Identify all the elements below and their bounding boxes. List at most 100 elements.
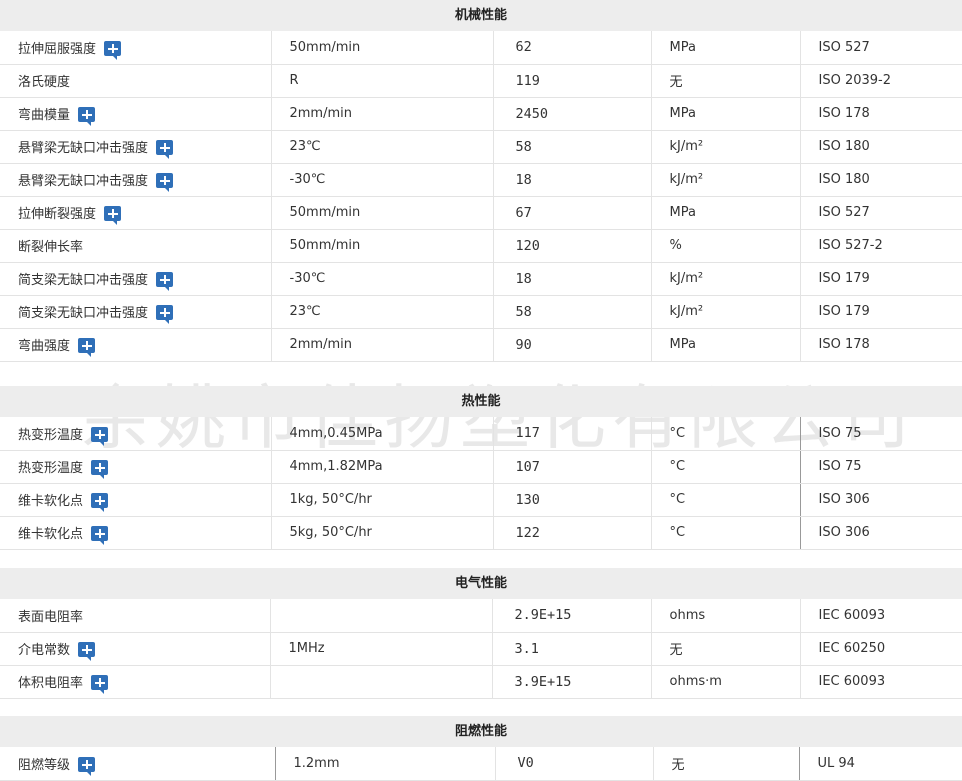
unit-text: 无 <box>669 643 683 658</box>
cell-condition: 1MHz <box>270 632 493 666</box>
plus-icon[interactable] <box>78 756 96 776</box>
cell-value: 130 <box>493 483 652 517</box>
plus-icon[interactable] <box>78 338 96 357</box>
cell-condition: 23℃ <box>271 295 494 329</box>
condition-text: 50mm/min <box>289 238 361 253</box>
property-table: 阻燃等级 1.2mm V0 无 UL 94 <box>0 747 962 781</box>
section-flame: 阻燃性能 阻燃等级 1.2mm V0 无 UL 94 <box>0 716 962 781</box>
cell-unit: °C <box>651 417 801 451</box>
property-text: 介电常数 <box>18 643 71 658</box>
property-text: 悬臂梁无缺口冲击强度 <box>18 174 149 189</box>
cell-unit: 无 <box>653 747 800 781</box>
standard-text: ISO 178 <box>818 106 870 121</box>
cell-property: 维卡软化点 <box>0 483 272 517</box>
value-text: 119 <box>515 72 540 89</box>
cell-standard: ISO 180 <box>800 163 962 197</box>
unit-text: % <box>669 238 682 253</box>
cell-property: 阻燃等级 <box>0 747 276 781</box>
plus-icon[interactable] <box>156 305 174 324</box>
table-row: 弯曲强度 2mm/min 90 MPa ISO 178 <box>0 327 962 362</box>
unit-text: ohms·m <box>669 674 722 689</box>
cell-standard: ISO 179 <box>800 295 962 329</box>
table-row: 悬臂梁无缺口冲击强度 -30℃ 18 kJ/m² ISO 180 <box>0 163 962 197</box>
standard-text: IEC 60250 <box>818 641 886 656</box>
unit-text: MPa <box>669 39 696 55</box>
cell-standard: ISO 2039-2 <box>800 64 962 98</box>
plus-icon[interactable] <box>91 426 109 446</box>
cell-standard: IEC 60250 <box>800 632 962 666</box>
value-text: 2450 <box>515 105 549 122</box>
cell-standard: ISO 178 <box>800 97 962 131</box>
unit-text: °C <box>669 525 686 540</box>
property-text: 维卡软化点 <box>18 494 84 509</box>
cell-property: 悬臂梁无缺口冲击强度 <box>0 130 272 164</box>
unit-text: kJ/m² <box>669 139 704 154</box>
condition-text: 23℃ <box>289 304 321 319</box>
table-row: 拉伸断裂强度 50mm/min 67 MPa ISO 527 <box>0 196 962 230</box>
cell-value: 90 <box>493 327 652 362</box>
standard-text: ISO 75 <box>818 425 862 441</box>
table-row: 悬臂梁无缺口冲击强度 23℃ 58 kJ/m² ISO 180 <box>0 130 962 164</box>
value-text: 3.9E+15 <box>514 673 572 690</box>
property-text: 表面电阻率 <box>18 609 84 625</box>
unit-text: kJ/m² <box>669 304 704 319</box>
table-row: 拉伸屈服强度 50mm/min 62 MPa ISO 527 <box>0 31 962 65</box>
cell-condition: 4mm,1.82MPa <box>271 450 494 484</box>
cell-condition: 4mm,0.45MPa <box>271 417 494 451</box>
cell-standard: IEC 60093 <box>800 665 962 699</box>
condition-text: 1MHz <box>288 641 325 656</box>
cell-value: 62 <box>493 31 652 65</box>
cell-unit: MPa <box>651 196 801 230</box>
unit-text: kJ/m² <box>669 271 704 286</box>
cell-standard: ISO 75 <box>800 417 962 451</box>
cell-standard: ISO 527 <box>800 196 962 230</box>
cell-value: 117 <box>493 417 652 451</box>
cell-property: 介电常数 <box>0 632 271 666</box>
plus-icon[interactable] <box>91 460 109 479</box>
standard-text: ISO 180 <box>818 172 870 187</box>
value-text: 107 <box>515 458 540 475</box>
plus-icon[interactable] <box>78 642 96 661</box>
property-text: 弯曲模量 <box>18 108 71 123</box>
condition-text: 50mm/min <box>289 205 361 220</box>
property-text: 维卡软化点 <box>18 527 84 542</box>
condition-text: -30℃ <box>289 271 326 286</box>
unit-text: 无 <box>671 757 685 773</box>
cell-property: 体积电阻率 <box>0 665 271 699</box>
unit-text: kJ/m² <box>669 172 704 187</box>
property-text: 热变形温度 <box>18 461 84 476</box>
plus-icon[interactable] <box>91 526 109 545</box>
cell-unit: 无 <box>651 632 801 666</box>
cell-unit: kJ/m² <box>651 295 801 329</box>
cell-unit: MPa <box>651 97 801 131</box>
cell-value: 119 <box>493 64 652 98</box>
cell-property: 断裂伸长率 <box>0 229 272 263</box>
cell-unit: MPa <box>651 31 801 65</box>
condition-text: 2mm/min <box>289 106 353 121</box>
plus-icon[interactable] <box>91 675 109 694</box>
property-text: 断裂伸长率 <box>18 240 84 255</box>
cell-property: 简支梁无缺口冲击强度 <box>0 262 272 296</box>
cell-condition: -30℃ <box>271 163 494 197</box>
standard-text: ISO 306 <box>818 492 870 507</box>
cell-value: V0 <box>495 747 654 781</box>
plus-icon[interactable] <box>104 40 122 60</box>
cell-unit: kJ/m² <box>651 130 801 164</box>
value-text: 122 <box>515 524 540 541</box>
plus-icon[interactable] <box>156 140 174 159</box>
plus-icon[interactable] <box>156 173 174 192</box>
cell-property: 热变形温度 <box>0 417 272 451</box>
plus-icon[interactable] <box>78 107 96 126</box>
plus-icon[interactable] <box>104 206 122 225</box>
cell-value: 122 <box>493 516 652 550</box>
cell-condition: 50mm/min <box>271 31 494 65</box>
value-text: 90 <box>515 336 532 353</box>
plus-icon[interactable] <box>156 272 174 291</box>
cell-property: 洛氏硬度 <box>0 64 272 98</box>
cell-condition: 1kg, 50°C/hr <box>271 483 494 517</box>
plus-icon[interactable] <box>91 493 109 512</box>
section-title: 热性能 <box>0 386 962 417</box>
cell-property: 维卡软化点 <box>0 516 272 550</box>
standard-text: UL 94 <box>817 755 855 771</box>
value-text: 130 <box>515 491 540 508</box>
